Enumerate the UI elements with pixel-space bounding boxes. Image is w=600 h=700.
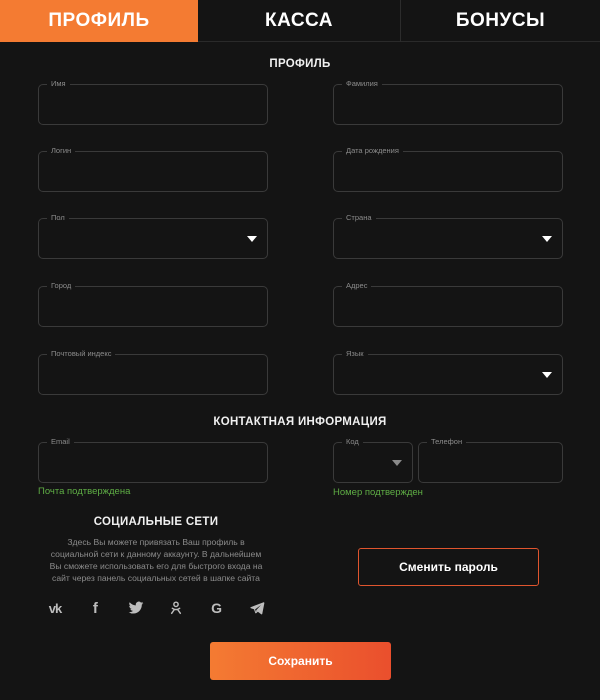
profile-section-title: ПРОФИЛЬ <box>269 58 331 70</box>
address-label: Адрес <box>342 281 372 291</box>
chevron-down-icon <box>392 460 402 466</box>
tab-profile[interactable]: ПРОФИЛЬ <box>0 0 198 42</box>
telegram-icon[interactable] <box>248 600 266 616</box>
social-section-title: СОЦИАЛЬНЫЕ СЕТИ <box>93 516 219 528</box>
tab-bar: ПРОФИЛЬ КАССА БОНУСЫ <box>0 0 600 42</box>
chevron-down-icon <box>247 236 257 242</box>
chevron-down-icon <box>542 236 552 242</box>
save-button[interactable]: Сохранить <box>210 642 391 680</box>
last-name-label: Фамилия <box>342 79 382 89</box>
language-label: Язык <box>342 349 368 359</box>
phone-code-select[interactable]: Код <box>333 437 413 483</box>
social-description: Здесь Вы можете привязать Ваш профиль в … <box>49 537 263 583</box>
birth-date-label: Дата рождения <box>342 146 403 156</box>
google-icon[interactable]: G <box>208 600 226 616</box>
email-label: Email <box>47 437 74 447</box>
address-field[interactable]: Адрес <box>333 281 563 327</box>
email-field[interactable]: Email <box>38 437 268 483</box>
tab-bonuses[interactable]: БОНУСЫ <box>401 0 600 42</box>
social-icons-row: vk f G <box>46 600 266 617</box>
tab-cashier[interactable]: КАССА <box>198 0 401 42</box>
city-field[interactable]: Город <box>38 281 268 327</box>
phone-confirmed-status: Номер подтвержден <box>333 487 423 498</box>
contact-section-title: КОНТАКТНАЯ ИНФОРМАЦИЯ <box>213 416 387 428</box>
first-name-label: Имя <box>47 79 70 89</box>
postal-code-label: Почтовый индекс <box>47 349 116 359</box>
odnoklassniki-icon[interactable] <box>167 600 185 616</box>
gender-label: Пол <box>47 213 69 223</box>
first-name-field[interactable]: Имя <box>38 79 268 125</box>
facebook-icon[interactable]: f <box>86 600 104 617</box>
gender-select[interactable]: Пол <box>38 213 268 259</box>
twitter-icon[interactable] <box>127 600 145 616</box>
country-label: Страна <box>342 213 376 223</box>
login-label: Логин <box>47 146 76 156</box>
vk-icon[interactable]: vk <box>46 600 64 616</box>
language-select[interactable]: Язык <box>333 349 563 395</box>
city-label: Город <box>47 281 76 291</box>
postal-code-field[interactable]: Почтовый индекс <box>38 349 268 395</box>
phone-field[interactable]: Телефон <box>418 437 563 483</box>
phone-code-label: Код <box>342 437 363 447</box>
chevron-down-icon <box>542 372 552 378</box>
login-field[interactable]: Логин <box>38 146 268 192</box>
phone-label: Телефон <box>427 437 467 447</box>
country-select[interactable]: Страна <box>333 213 563 259</box>
birth-date-field[interactable]: Дата рождения <box>333 146 563 192</box>
change-password-button[interactable]: Сменить пароль <box>358 548 539 586</box>
email-confirmed-status: Почта подтверждена <box>38 486 131 497</box>
last-name-field[interactable]: Фамилия <box>333 79 563 125</box>
